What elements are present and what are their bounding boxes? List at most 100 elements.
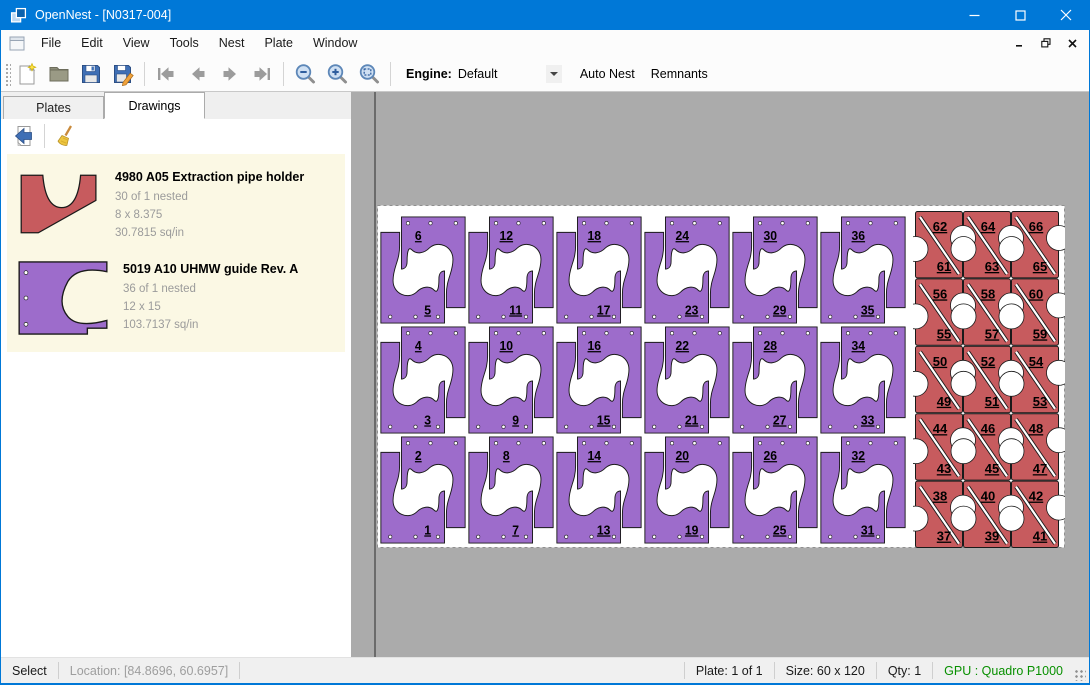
part-number: 29 [773, 303, 787, 317]
part-number: 21 [685, 413, 699, 427]
part-number: 8 [503, 449, 510, 463]
status-location: Location: [84.8696, 60.6957] [59, 664, 239, 678]
zoom-fit-button[interactable] [353, 59, 385, 89]
part-number: 41 [1033, 529, 1047, 544]
panel-toolbar [1, 119, 351, 152]
part-number: 27 [773, 413, 787, 427]
drawing-title: 4980 A05 Extraction pipe holder [115, 164, 304, 188]
part-number: 2 [415, 449, 422, 463]
minimize-button[interactable] [951, 0, 997, 30]
toolbar-grip[interactable] [4, 62, 11, 86]
part-number: 40 [981, 489, 995, 504]
part-number: 58 [981, 286, 995, 301]
part-number: 60 [1029, 286, 1043, 301]
drawing-item[interactable]: 4980 A05 Extraction pipe holder 30 of 1 … [7, 160, 345, 252]
nest-plate[interactable]: 6512111817242330293635431091615222128273… [377, 205, 1065, 548]
part-cutout [999, 439, 1024, 464]
drawing-thumbnail-purple [15, 260, 111, 336]
part-number: 50 [933, 354, 947, 369]
part-number: 42 [1029, 489, 1043, 504]
menu-view[interactable]: View [113, 32, 160, 54]
part-number: 31 [861, 523, 875, 537]
mdi-close-button[interactable] [1061, 34, 1083, 52]
menu-file[interactable]: File [31, 32, 71, 54]
tab-drawings[interactable]: Drawings [104, 92, 205, 119]
save-as-button[interactable] [107, 59, 139, 89]
clear-drawings-button[interactable] [50, 121, 82, 151]
engine-select[interactable]: Default [458, 67, 546, 81]
zoom-fit-icon [357, 62, 381, 86]
auto-nest-button[interactable]: Auto Nest [572, 61, 643, 87]
import-drawing-button[interactable] [7, 121, 39, 151]
part-number: 47 [1033, 461, 1047, 476]
mdi-minimize-button[interactable] [1009, 34, 1031, 52]
statusbar: Select Location: [84.8696, 60.6957] Plat… [1, 657, 1089, 685]
toolbar-separator [390, 62, 391, 86]
mdi-close-icon [1068, 39, 1077, 48]
drawing-list: 4980 A05 Extraction pipe holder 30 of 1 … [7, 154, 345, 352]
zoom-out-button[interactable] [289, 59, 321, 89]
menu-window[interactable]: Window [303, 32, 367, 54]
engine-dropdown-arrow[interactable] [546, 65, 562, 83]
mdi-restore-button[interactable] [1035, 34, 1057, 52]
save-button[interactable] [75, 59, 107, 89]
part-number: 46 [981, 421, 995, 436]
part-number: 36 [852, 229, 866, 243]
mdi-document-icon[interactable] [9, 36, 25, 51]
last-plate-button[interactable] [246, 59, 278, 89]
part-number: 54 [1029, 354, 1044, 369]
part-number: 18 [588, 229, 602, 243]
drawing-nested: 36 of 1 nested [123, 280, 298, 298]
toolbar-separator [144, 62, 145, 86]
part-number: 38 [933, 489, 947, 504]
first-arrow-icon [154, 62, 178, 86]
previous-plate-button[interactable] [182, 59, 214, 89]
part-number: 64 [981, 219, 996, 234]
part-number: 22 [676, 339, 690, 353]
new-button[interactable] [11, 59, 43, 89]
part-number: 3 [424, 413, 431, 427]
part-number: 12 [500, 229, 514, 243]
nest-canvas[interactable]: 6512111817242330293635431091615222128273… [351, 92, 1089, 657]
drawing-thumbnail-red [15, 168, 103, 240]
window-title: OpenNest - [N0317-004] [35, 8, 171, 22]
part-number: 62 [933, 219, 947, 234]
drawing-item[interactable]: 5019 A10 UHMW guide Rev. A 36 of 1 neste… [7, 252, 345, 346]
last-arrow-icon [250, 62, 274, 86]
zoom-in-button[interactable] [321, 59, 353, 89]
part-number: 6 [415, 229, 422, 243]
part-number: 43 [937, 461, 951, 476]
panel-toolbar-separator [44, 124, 45, 148]
resize-grip[interactable] [1074, 669, 1086, 681]
part-number: 19 [685, 523, 699, 537]
part-number: 30 [764, 229, 778, 243]
menu-edit[interactable]: Edit [71, 32, 113, 54]
menu-tools[interactable]: Tools [160, 32, 209, 54]
save-as-icon [111, 62, 135, 86]
engine-label: Engine: [406, 67, 452, 81]
new-file-icon [15, 62, 39, 86]
next-plate-button[interactable] [214, 59, 246, 89]
close-button[interactable] [1043, 0, 1089, 30]
menu-nest[interactable]: Nest [209, 32, 255, 54]
part-number: 39 [985, 529, 999, 544]
previous-arrow-icon [186, 62, 210, 86]
tab-plates[interactable]: Plates [3, 96, 104, 119]
save-icon [79, 62, 103, 86]
part-number: 57 [985, 326, 999, 341]
next-arrow-icon [218, 62, 242, 86]
drawing-size: 8 x 8.375 [115, 206, 304, 224]
part-number: 4 [415, 339, 422, 353]
open-button[interactable] [43, 59, 75, 89]
part-number: 63 [985, 259, 999, 274]
part-number: 1 [424, 523, 431, 537]
part-number: 20 [676, 449, 690, 463]
part-number: 9 [512, 413, 519, 427]
first-plate-button[interactable] [150, 59, 182, 89]
maximize-button[interactable] [997, 0, 1043, 30]
menu-plate[interactable]: Plate [254, 32, 303, 54]
minimize-icon [969, 10, 980, 21]
part-cutout [999, 506, 1024, 531]
part-number: 53 [1033, 394, 1047, 409]
remnants-button[interactable]: Remnants [643, 61, 716, 87]
